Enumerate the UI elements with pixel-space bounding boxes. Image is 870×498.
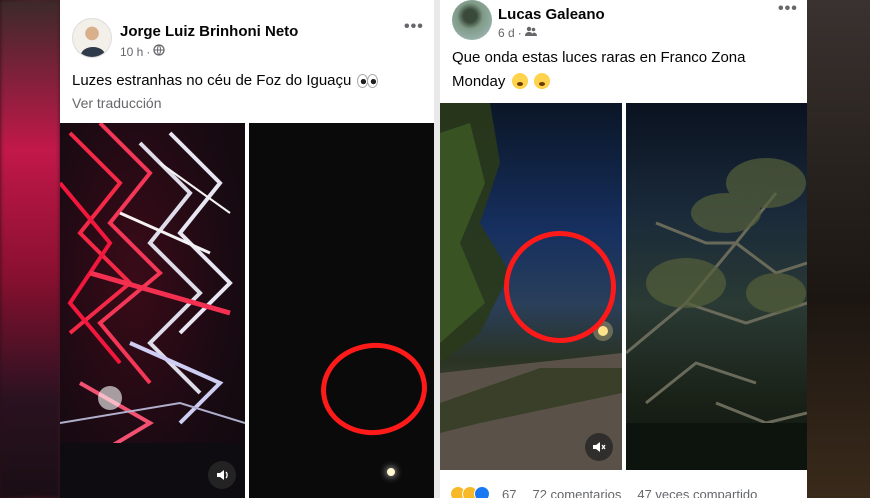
background-right: [806, 0, 870, 498]
background-left: [0, 0, 60, 498]
comments-count[interactable]: 72 comentarios: [532, 487, 621, 498]
street-night-image[interactable]: [440, 103, 622, 470]
post-card-right: Lucas Galeano 6 d · ••• Que onda estas l…: [440, 0, 807, 498]
tree-branches: [626, 158, 807, 470]
more-options-icon[interactable]: •••: [404, 18, 424, 36]
ferris-wheel-lights: [60, 123, 245, 498]
mute-icon[interactable]: [585, 433, 613, 461]
shares-count[interactable]: 47 veces compartido: [637, 487, 757, 498]
like-reaction-icon: [474, 486, 490, 498]
friends-icon: [524, 26, 537, 40]
post-text: Luzes estranhas no céu de Foz do Iguaçu: [72, 69, 378, 93]
more-options-icon[interactable]: •••: [778, 0, 798, 18]
post-meta: 10 h ·: [120, 44, 166, 59]
distant-light: [387, 468, 395, 476]
post-time[interactable]: 6 d: [498, 26, 515, 40]
author-name[interactable]: Lucas Galeano: [498, 6, 605, 23]
avatar[interactable]: [72, 18, 112, 58]
hushed-face-emoji-icon: [511, 73, 528, 89]
volume-icon[interactable]: [208, 461, 236, 489]
post-card-left: Jorge Luiz Brinhoni Neto 10 h · ••• Luze…: [60, 0, 434, 498]
avatar[interactable]: [452, 0, 492, 40]
post-time[interactable]: 10 h: [120, 45, 143, 59]
reactions-bar: 67 72 comentarios 47 veces compartido: [450, 486, 757, 498]
eyes-emoji-icon: [356, 72, 378, 88]
post-text: Que onda estas luces raras en Franco Zon…: [452, 49, 746, 90]
trees-night-image[interactable]: [626, 103, 807, 470]
post-meta: 6 d ·: [498, 26, 537, 40]
reaction-icons[interactable]: [450, 486, 490, 498]
reaction-count[interactable]: 67: [502, 487, 516, 498]
see-translation-link[interactable]: Ver traducción: [72, 95, 162, 111]
red-annotation-circle: [316, 337, 432, 441]
ferris-wheel-image[interactable]: [60, 123, 245, 498]
night-sky-image[interactable]: [249, 123, 434, 498]
worried-face-emoji-icon: [533, 73, 550, 89]
author-name[interactable]: Jorge Luiz Brinhoni Neto: [120, 23, 298, 40]
globe-icon: [153, 44, 166, 59]
